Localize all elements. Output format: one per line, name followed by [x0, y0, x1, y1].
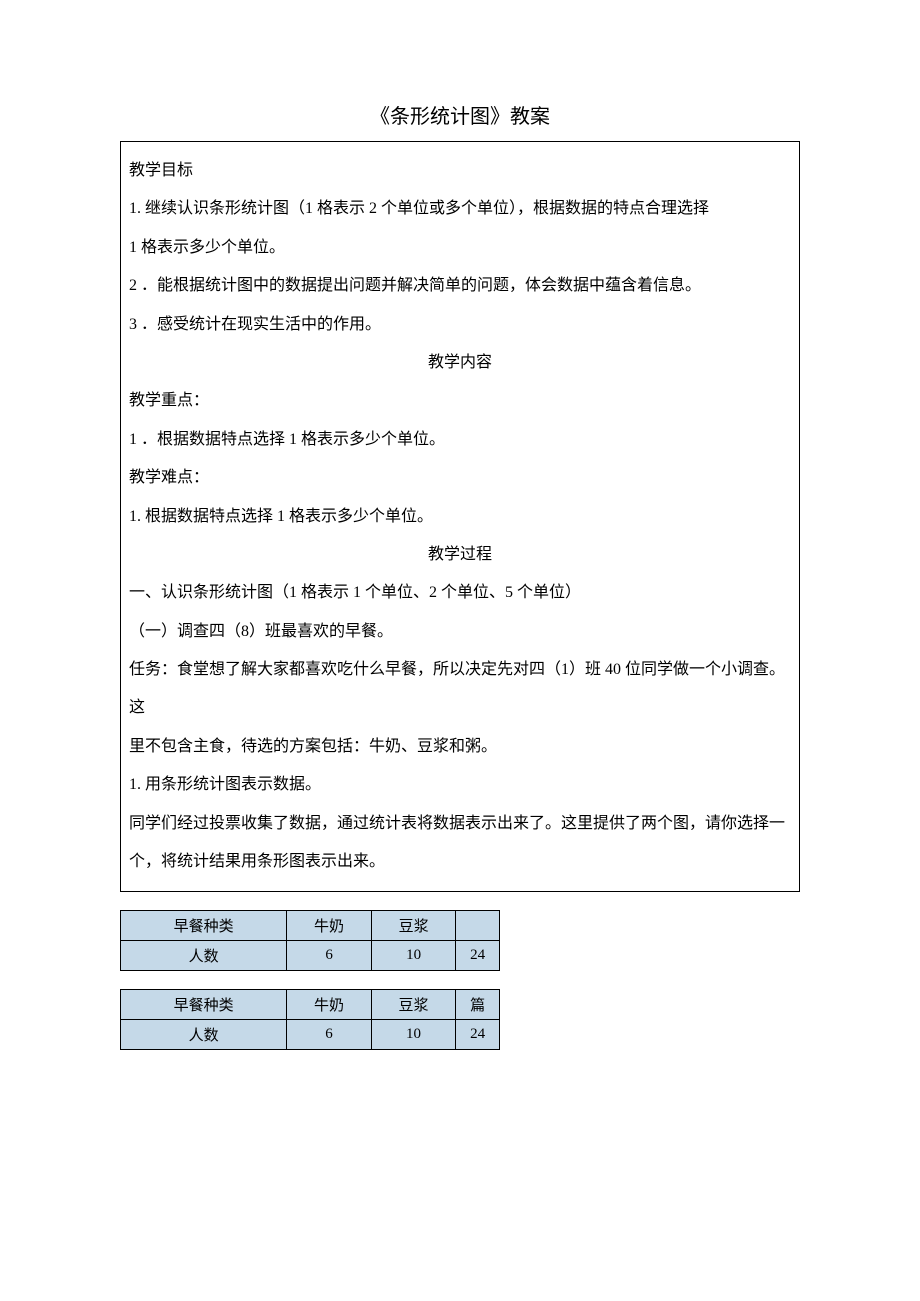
goal-item: 1 格表示多少个单位。: [129, 229, 791, 267]
difficulty-label: 教学难点：: [129, 459, 791, 497]
table-cell: 6: [287, 1020, 372, 1050]
table-cell: 豆浆: [371, 990, 456, 1020]
table-cell: 篇: [456, 990, 500, 1020]
data-table-1: 早餐种类 牛奶 豆浆 人数 6 10 24: [120, 910, 500, 971]
table-cell: 早餐种类: [121, 990, 287, 1020]
difficulty-item: 1. 根据数据特点选择 1 格表示多少个单位。: [129, 498, 791, 536]
section-heading-process: 教学过程: [129, 536, 791, 574]
process-line: 一、认识条形统计图（1 格表示 1 个单位、2 个单位、5 个单位）: [129, 574, 791, 612]
goal-item: 3 ．感受统计在现实生活中的作用。: [129, 306, 791, 344]
process-line: （一）调查四（8）班最喜欢的早餐。: [129, 613, 791, 651]
table-cell: 牛奶: [287, 990, 372, 1020]
process-line: 个，将统计结果用条形图表示出来。: [129, 843, 791, 881]
table-cell: 10: [371, 1020, 456, 1050]
table-cell: 10: [371, 941, 456, 971]
table-row: 早餐种类 牛奶 豆浆 篇: [121, 990, 500, 1020]
section-heading-goals: 教学目标: [129, 152, 791, 190]
page-title: 《条形统计图》教案: [120, 100, 800, 129]
table-cell: 24: [456, 1020, 500, 1050]
table-row: 早餐种类 牛奶 豆浆: [121, 911, 500, 941]
content-box: 教学目标 1. 继续认识条形统计图（1 格表示 2 个单位或多个单位），根据数据…: [120, 141, 800, 892]
table-cell: [456, 911, 500, 941]
table-cell: 豆浆: [371, 911, 456, 941]
table-row: 人数 6 10 24: [121, 941, 500, 971]
data-table-2: 早餐种类 牛奶 豆浆 篇 人数 6 10 24: [120, 989, 500, 1050]
table-cell: 牛奶: [287, 911, 372, 941]
section-heading-content: 教学内容: [129, 344, 791, 382]
table-cell: 24: [456, 941, 500, 971]
process-line: 同学们经过投票收集了数据，通过统计表将数据表示出来了。这里提供了两个图，请你选择…: [129, 805, 791, 843]
table-cell: 6: [287, 941, 372, 971]
process-line: 任务：食堂想了解大家都喜欢吃什么早餐，所以决定先对四（1）班 40 位同学做一个…: [129, 651, 791, 728]
table-row: 人数 6 10 24: [121, 1020, 500, 1050]
table-cell: 人数: [121, 1020, 287, 1050]
process-line: 里不包含主食，待选的方案包括：牛奶、豆浆和粥。: [129, 728, 791, 766]
goal-item: 2 ．能根据统计图中的数据提出问题并解决简单的问题，体会数据中蕴含着信息。: [129, 267, 791, 305]
table-cell: 人数: [121, 941, 287, 971]
key-point-item: 1 ．根据数据特点选择 1 格表示多少个单位。: [129, 421, 791, 459]
table-cell: 早餐种类: [121, 911, 287, 941]
process-line: 1. 用条形统计图表示数据。: [129, 766, 791, 804]
key-point-label: 教学重点：: [129, 382, 791, 420]
goal-item: 1. 继续认识条形统计图（1 格表示 2 个单位或多个单位），根据数据的特点合理…: [129, 190, 791, 228]
